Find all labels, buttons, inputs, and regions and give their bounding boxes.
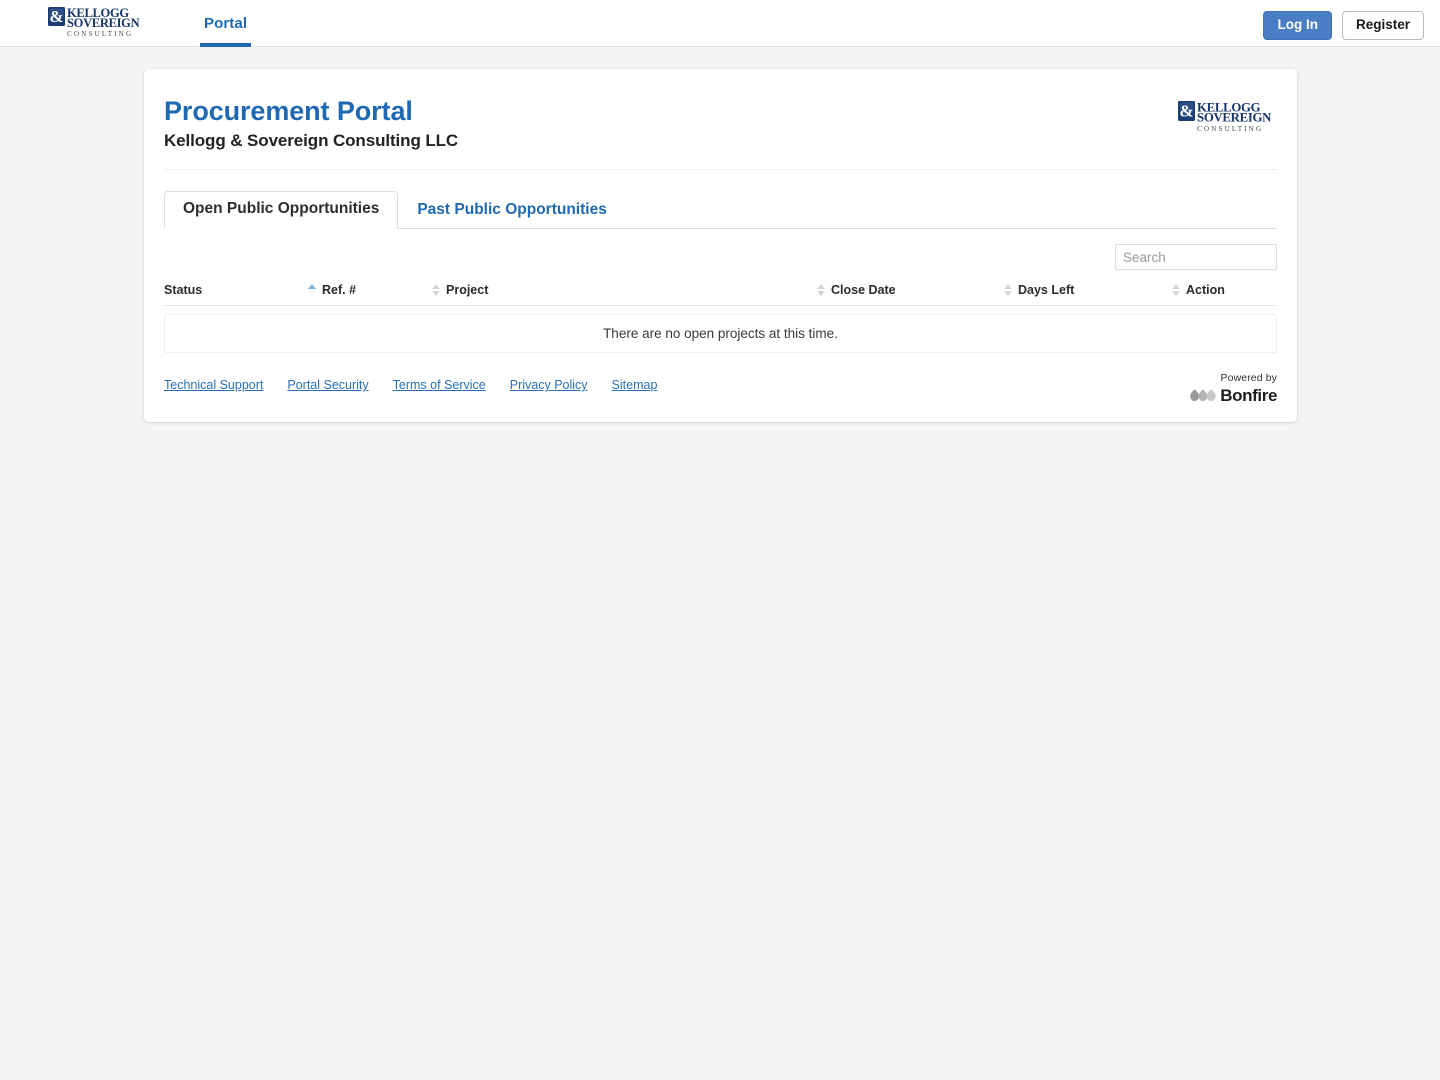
- table-empty-message: There are no open projects at this time.: [603, 326, 838, 341]
- svg-text:SOVEREIGN: SOVEREIGN: [1197, 111, 1272, 125]
- bonfire-logo: Bonfire: [1190, 387, 1277, 404]
- log-in-button[interactable]: Log In: [1263, 11, 1332, 40]
- brand-logo[interactable]: & KELLOGG SOVEREIGN CONSULTING: [48, 6, 146, 39]
- column-header-project[interactable]: Project: [446, 283, 811, 297]
- card-header: Procurement Portal Kellogg & Sovereign C…: [164, 96, 1277, 170]
- nav-actions: Log In Register: [1263, 11, 1424, 40]
- column-header-action-label: Action: [1186, 283, 1225, 297]
- page-subtitle: Kellogg & Sovereign Consulting LLC: [164, 131, 459, 150]
- table-empty-state: There are no open projects at this time.: [164, 314, 1277, 353]
- search-input[interactable]: [1115, 244, 1277, 270]
- page-title: Procurement Portal: [164, 96, 413, 126]
- opportunity-tabs: Open Public Opportunities Past Public Op…: [164, 191, 1277, 229]
- powered-by-bonfire: Powered by Bonfire: [1190, 372, 1277, 404]
- nav-item-portal[interactable]: Portal: [200, 0, 252, 47]
- column-header-status[interactable]: Status: [164, 283, 302, 297]
- column-header-close-date-label: Close Date: [831, 283, 896, 297]
- svg-text:&: &: [1179, 102, 1193, 121]
- register-button[interactable]: Register: [1341, 11, 1424, 40]
- column-header-ref-label: Ref. #: [322, 283, 357, 297]
- card-footer: Technical Support Portal Security Terms …: [164, 372, 1277, 422]
- column-header-days-left-label: Days Left: [1018, 283, 1075, 297]
- top-navigation-bar: & KELLOGG SOVEREIGN CONSULTING Portal Lo…: [0, 0, 1440, 47]
- column-header-days-left[interactable]: Days Left: [1018, 283, 1166, 297]
- bonfire-flame-icon: [1190, 389, 1216, 402]
- powered-by-label: Powered by: [1220, 372, 1277, 384]
- footer-links: Technical Support Portal Security Terms …: [164, 378, 657, 392]
- column-header-ref[interactable]: Ref. #: [322, 283, 426, 297]
- sort-toggle-project[interactable]: [811, 283, 831, 297]
- tab-past-public-opportunities[interactable]: Past Public Opportunities: [398, 192, 625, 229]
- sort-ascending-icon: [307, 283, 318, 297]
- footer-link-privacy-policy[interactable]: Privacy Policy: [510, 378, 588, 392]
- bonfire-wordmark: Bonfire: [1220, 385, 1277, 405]
- svg-text:SOVEREIGN: SOVEREIGN: [67, 16, 140, 30]
- portal-card: Procurement Portal Kellogg & Sovereign C…: [144, 69, 1297, 422]
- svg-text:CONSULTING: CONSULTING: [1197, 125, 1263, 133]
- sort-updown-icon: [1171, 283, 1182, 297]
- nav-links: Portal: [200, 0, 252, 47]
- column-header-action: Action: [1186, 283, 1276, 297]
- sort-toggle-status[interactable]: [302, 283, 322, 297]
- sort-toggle-days-left[interactable]: [1166, 283, 1186, 297]
- table-header-row: Status Ref. # Project Close Date Days Le…: [164, 283, 1277, 306]
- footer-link-terms-of-service[interactable]: Terms of Service: [393, 378, 486, 392]
- footer-link-portal-security[interactable]: Portal Security: [287, 378, 368, 392]
- card-brand-logo: & KELLOGG SOVEREIGN CONSULTING: [1178, 101, 1272, 133]
- column-header-status-label: Status: [164, 283, 203, 297]
- opportunities-table: Status Ref. # Project Close Date Days Le…: [164, 283, 1277, 353]
- svg-text:&: &: [49, 7, 63, 26]
- footer-link-technical-support[interactable]: Technical Support: [164, 378, 263, 392]
- column-header-project-label: Project: [446, 283, 489, 297]
- tab-open-public-opportunities[interactable]: Open Public Opportunities: [164, 191, 399, 229]
- column-header-close-date[interactable]: Close Date: [831, 283, 998, 297]
- sort-toggle-ref[interactable]: [426, 283, 446, 297]
- footer-link-sitemap[interactable]: Sitemap: [612, 378, 658, 392]
- sort-updown-icon: [1003, 283, 1014, 297]
- sort-toggle-close-date[interactable]: [998, 283, 1018, 297]
- sort-updown-icon: [816, 283, 827, 297]
- search-row: [164, 244, 1277, 270]
- svg-text:CONSULTING: CONSULTING: [67, 30, 133, 38]
- sort-updown-icon: [431, 283, 442, 297]
